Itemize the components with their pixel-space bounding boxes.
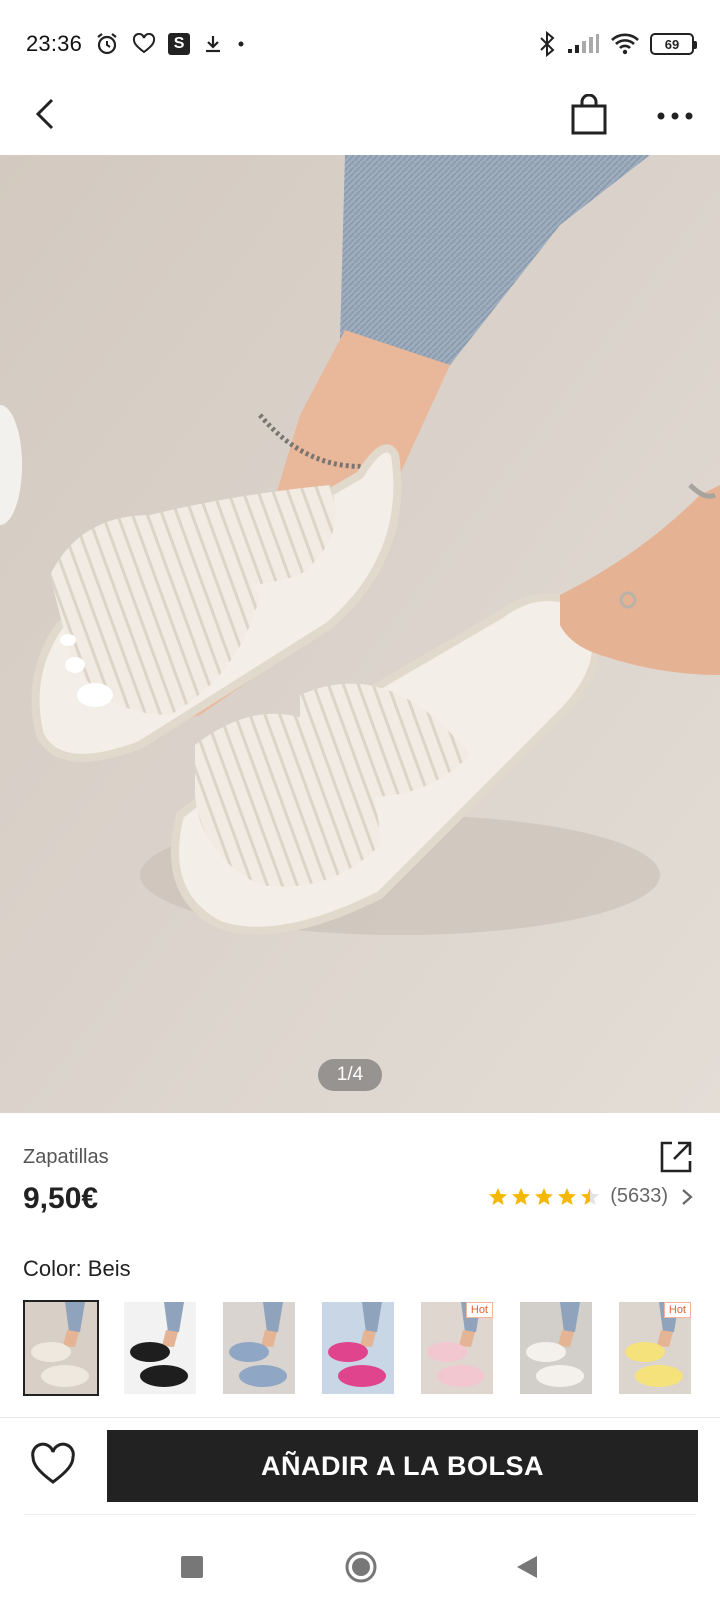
heart-outline-icon <box>132 33 156 55</box>
color-swatch-negro[interactable] <box>124 1302 196 1394</box>
color-swatch-rosa[interactable]: Hot <box>421 1302 493 1394</box>
swatch-thumbnail <box>322 1302 394 1394</box>
product-price: 9,50€ <box>23 1182 99 1215</box>
top-navigation <box>0 88 720 154</box>
hot-badge: Hot <box>465 1302 493 1318</box>
more-options-button[interactable] <box>655 106 695 126</box>
star-icon <box>581 1187 600 1205</box>
add-to-bag-button[interactable]: AÑADIR A LA BOLSA <box>107 1430 698 1502</box>
divider <box>0 1417 720 1418</box>
s-app-icon: S <box>168 33 191 55</box>
color-swatch-blanco[interactable] <box>520 1302 592 1394</box>
shopping-bag-button[interactable] <box>570 93 608 136</box>
color-swatch-amarillo[interactable]: Hot <box>619 1302 691 1394</box>
back-button[interactable] <box>28 94 68 134</box>
dot-icon <box>236 39 246 49</box>
color-label: Color: Beis <box>23 1256 131 1281</box>
swatch-thumbnail <box>25 1302 97 1394</box>
alarm-icon <box>94 31 120 57</box>
more-horizontal-icon <box>657 112 693 120</box>
rating-count: (5633) <box>610 1185 668 1207</box>
chevron-right-icon <box>682 1188 693 1205</box>
chevron-left-icon <box>35 98 54 130</box>
shopping-bag-icon <box>571 93 607 135</box>
swatch-thumbnail <box>124 1302 196 1394</box>
hot-badge: Hot <box>663 1302 691 1318</box>
product-category: Zapatillas <box>23 1146 109 1168</box>
recent-apps-button[interactable] <box>181 1556 203 1578</box>
swatch-thumbnail <box>223 1302 295 1394</box>
triangle-back-icon <box>517 1556 537 1578</box>
signal-icon <box>566 33 600 55</box>
bluetooth-icon <box>538 31 556 57</box>
divider <box>24 1514 696 1515</box>
product-image-carousel[interactable] <box>0 155 720 1113</box>
home-button[interactable] <box>344 1550 378 1584</box>
status-time: 23:36 <box>26 31 83 56</box>
color-swatch-azul[interactable] <box>223 1302 295 1394</box>
share-external-icon <box>660 1141 692 1173</box>
system-back-button[interactable] <box>515 1554 539 1580</box>
battery-icon: 69 <box>650 33 697 55</box>
star-icon <box>558 1187 577 1205</box>
product-photo <box>0 155 720 1113</box>
rating-summary[interactable]: (5633) <box>488 1185 694 1208</box>
share-button[interactable] <box>658 1139 694 1175</box>
star-icon <box>535 1187 554 1205</box>
home-circle-icon <box>345 1551 377 1583</box>
image-page-indicator: 1/4 <box>318 1059 382 1091</box>
star-icon <box>512 1187 531 1205</box>
swatch-thumbnail <box>520 1302 592 1394</box>
battery-level: 69 <box>664 36 680 52</box>
star-icon <box>489 1187 508 1205</box>
heart-outline-icon <box>31 1442 75 1484</box>
status-bar: 23:36 S 69 <box>0 0 720 88</box>
wifi-icon <box>610 32 640 56</box>
color-swatches: Hot Hot <box>23 1300 691 1396</box>
color-swatch-leopardo[interactable] <box>322 1302 394 1394</box>
color-swatch-beis[interactable] <box>23 1300 99 1396</box>
system-navigation-bar <box>0 1518 720 1600</box>
star-rating <box>488 1187 600 1207</box>
wishlist-button[interactable] <box>30 1442 76 1488</box>
download-icon <box>202 33 224 55</box>
